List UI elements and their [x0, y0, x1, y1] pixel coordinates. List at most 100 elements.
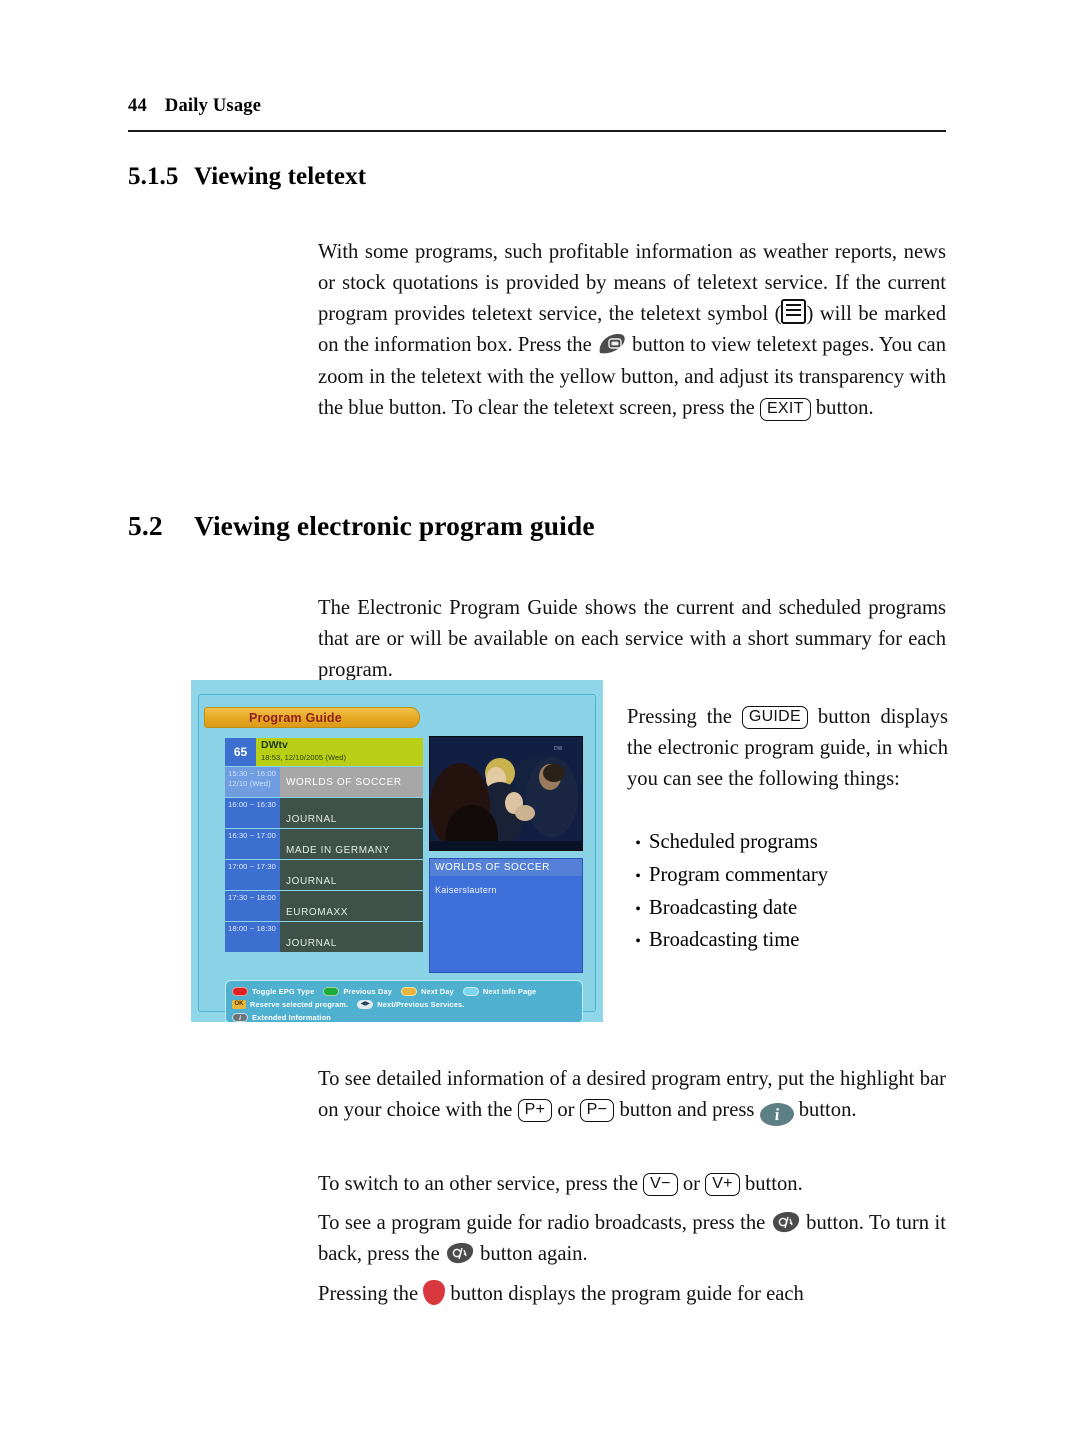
legend-item[interactable]: Previous Day [323, 986, 392, 996]
left-right-arrows-icon: ◀▶ [357, 999, 374, 1009]
legend-item[interactable]: Next Info Page [462, 986, 537, 996]
legend-label: Next Info Page [482, 986, 537, 996]
tv-radio-button-icon [445, 1242, 475, 1265]
info-key-icon: i [232, 1012, 248, 1022]
list-item: • Program commentary [627, 860, 948, 893]
p-plus-key: P+ [517, 1099, 553, 1123]
v-minus-key: V− [643, 1173, 678, 1197]
epg-feature-list: • Scheduled programs • Program commentar… [627, 827, 948, 958]
paragraph-red-button: Pressing the button displays the program… [318, 1279, 946, 1310]
epg-row-time: 17:00 ~ 17:30 [225, 860, 280, 890]
heading-text: Viewing teletext [194, 163, 367, 190]
epg-program-row[interactable]: 17:00 ~ 17:30 JOURNAL [225, 860, 423, 890]
legend-label: Toggle EPG Type [252, 986, 315, 996]
epg-title-label: Program Guide [249, 711, 342, 725]
guide-key: GUIDE [741, 706, 808, 730]
list-item-label: Broadcasting time [649, 929, 800, 952]
epg-video-preview: DW [429, 736, 583, 851]
epg-info-title: WORLDS OF SOCCER [430, 859, 582, 876]
yellow-color-button-icon [400, 986, 417, 996]
list-item-label: Broadcasting date [649, 896, 798, 919]
epg-row-program: EUROMAXX [280, 891, 423, 921]
epg-row-date: 12/10 (Wed) [228, 779, 271, 788]
epg-row-time-range: 16:00 ~ 16:30 [228, 800, 276, 809]
info-button-icon: i [758, 1101, 795, 1128]
legend-line-3: i Extended Information [232, 1011, 582, 1022]
switch-text-2: or [677, 1172, 706, 1195]
legend-label: Extended Information [252, 1012, 331, 1022]
redbtn-text-2: button displays the program guide for ea… [445, 1282, 804, 1305]
heading-number-2: 5.2 [128, 510, 163, 541]
red-button-icon [423, 1279, 446, 1305]
ok-key-icon: OK [232, 999, 246, 1009]
detail-text-4: button. [793, 1098, 857, 1121]
detail-text-2: or [552, 1098, 580, 1121]
paragraph-detailed-info: To see detailed information of a desired… [318, 1064, 946, 1128]
epg-legend-bar: Toggle EPG Type Previous Day Next Day Ne… [225, 980, 583, 1022]
epg-row-time: 17:30 ~ 18:00 [225, 891, 280, 921]
exit-key: EXIT [759, 397, 811, 421]
legend-item[interactable]: Toggle EPG Type [232, 986, 315, 996]
teletext-symbol-icon [781, 299, 807, 325]
epg-info-body: Kaiserslautern [435, 885, 497, 895]
epg-screen: Program Guide 65 DWtv 18:53, 12/10/2005 … [198, 694, 596, 1022]
epg-channel-name: DWtv [261, 739, 288, 751]
teletext-text-4: button. [810, 397, 874, 420]
epg-row-time: 18:00 ~ 18:30 [225, 922, 280, 952]
legend-label: Next Day [420, 986, 454, 996]
bullet-icon: • [635, 933, 641, 951]
epg-row-time: 16:00 ~ 16:30 [225, 798, 280, 828]
heading-text-2: Viewing electronic program guide [194, 510, 595, 541]
epg-row-time-range: 16:30 ~ 17:00 [228, 831, 276, 840]
detail-text-3: button and press [614, 1098, 760, 1121]
epg-channel-datetime: 18:53, 12/10/2005 (Wed) [261, 753, 347, 762]
epg-row-time-range: 17:00 ~ 17:30 [228, 862, 276, 871]
epg-program-row[interactable]: 16:30 ~ 17:00 MADE IN GERMANY [225, 829, 423, 859]
document-page: 44 Daily Usage 5.1.5 Viewing teletext Wit… [0, 0, 1080, 1439]
epg-row-time-range: 18:00 ~ 18:30 [228, 924, 276, 933]
header-section-title: Daily Usage [164, 96, 262, 116]
list-item-label: Scheduled programs [649, 831, 818, 853]
epg-program-row[interactable]: 18:00 ~ 18:30 JOURNAL [225, 922, 423, 952]
legend-item[interactable]: ◀▶ Next/Previous Services. [357, 999, 465, 1009]
legend-label: Next/Previous Services. [377, 999, 465, 1009]
tv-radio-button-icon [771, 1211, 801, 1234]
epg-program-row[interactable]: 17:30 ~ 18:00 EUROMAXX [225, 891, 423, 921]
legend-item[interactable]: i Extended Information [232, 1012, 331, 1022]
epg-row-time: 15:30 ~ 16:00 12/10 (Wed) [225, 767, 280, 797]
legend-line-2: OK Reserve selected program. ◀▶ Next/Pre… [232, 998, 582, 1010]
legend-item[interactable]: Next Day [400, 986, 454, 996]
epg-row-program: MADE IN GERMANY [280, 829, 423, 859]
list-item: • Broadcasting date [627, 893, 948, 926]
paragraph-switch-service: To switch to an other service, press the… [318, 1169, 946, 1200]
bullet-icon: • [635, 835, 641, 852]
video-channel-logo: DW [554, 746, 563, 752]
radio-text-1: To see a program guide for radio broadca… [318, 1211, 771, 1234]
p-minus-key: P− [579, 1099, 615, 1123]
epg-row-program: WORLDS OF SOCCER [280, 767, 423, 797]
legend-line-1: Toggle EPG Type Previous Day Next Day Ne… [232, 985, 582, 997]
legend-item[interactable]: OK Reserve selected program. [232, 999, 349, 1009]
legend-label: Previous Day [343, 986, 392, 996]
epg-program-row[interactable]: 15:30 ~ 16:00 12/10 (Wed) WORLDS OF SOCC… [225, 767, 423, 797]
page-header: 44 Daily Usage [128, 96, 946, 132]
v-plus-key: V+ [705, 1173, 740, 1197]
bullet-icon: • [635, 867, 641, 885]
epg-program-row[interactable]: 16:00 ~ 16:30 JOURNAL [225, 798, 423, 828]
teletext-button-icon [597, 333, 627, 356]
legend-label: Reserve selected program. [250, 999, 349, 1009]
paragraph-radio-guide: To see a program guide for radio broadca… [318, 1208, 946, 1271]
heading-number: 5.1.5 [128, 163, 179, 190]
red-color-button-icon [232, 986, 248, 996]
paragraph-teletext: With some programs, such profitable info… [318, 237, 946, 425]
epg-program-list[interactable]: 15:30 ~ 16:00 12/10 (Wed) WORLDS OF SOCC… [225, 767, 423, 953]
epg-row-program: JOURNAL [280, 922, 423, 952]
epg-row-time-range: 17:30 ~ 18:00 [228, 893, 276, 902]
epg-screenshot-figure: Program Guide 65 DWtv 18:53, 12/10/2005 … [191, 680, 603, 1022]
epg-row-time: 16:30 ~ 17:00 [225, 829, 280, 859]
heading-viewing-teletext: 5.1.5 Viewing teletext [128, 163, 946, 191]
list-item-label: Program commentary [649, 863, 828, 886]
epg-row-program: JOURNAL [280, 860, 423, 890]
epg-channel-number: 65 [225, 738, 256, 766]
epg-info-panel: WORLDS OF SOCCER Kaiserslautern [429, 858, 583, 973]
